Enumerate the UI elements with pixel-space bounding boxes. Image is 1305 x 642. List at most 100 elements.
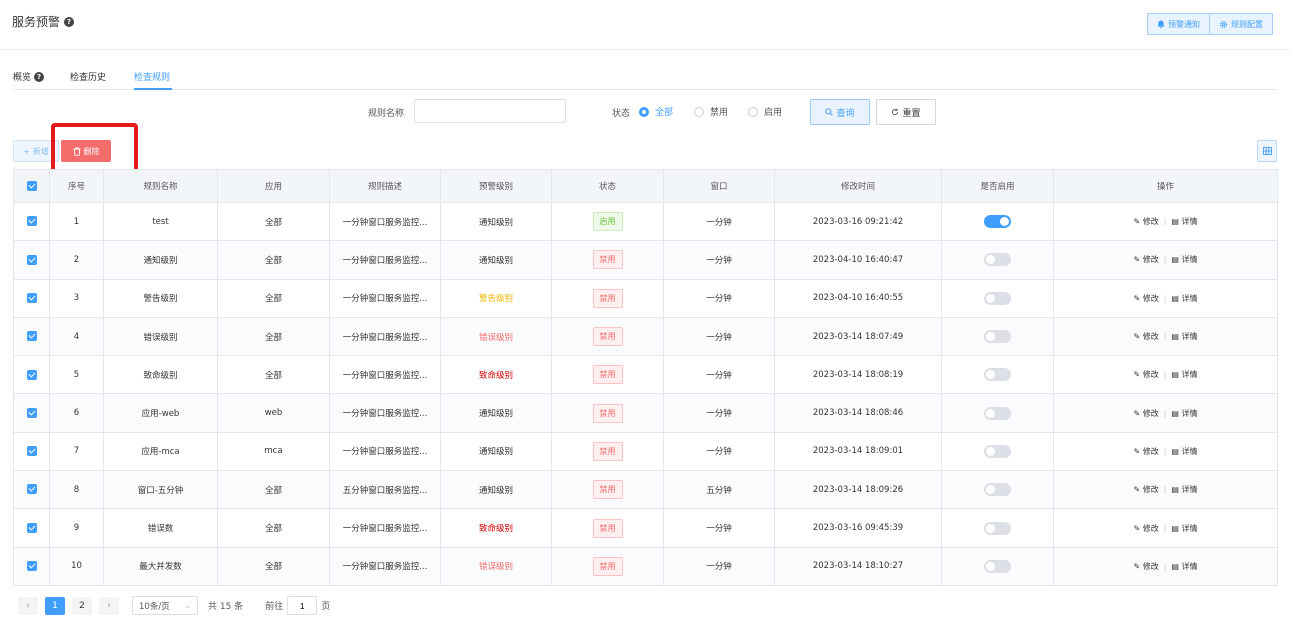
- detail-link[interactable]: ▤ 详情: [1171, 524, 1197, 533]
- cell-window: 一分钟: [663, 546, 775, 586]
- detail-link[interactable]: ▤ 详情: [1171, 332, 1197, 341]
- alert-notify-button[interactable]: 预警通知: [1147, 13, 1210, 35]
- enable-toggle[interactable]: [984, 559, 1011, 573]
- column-header: 操作: [1053, 169, 1278, 203]
- status-radio-enabled[interactable]: 启用: [748, 105, 782, 118]
- cell-app: 全部: [217, 355, 330, 395]
- cell-window: 一分钟: [663, 431, 775, 472]
- row-checkbox[interactable]: [13, 546, 50, 586]
- tab-check-history[interactable]: 检查历史: [70, 70, 106, 83]
- detail-link[interactable]: ▤ 详情: [1171, 562, 1197, 571]
- edit-link[interactable]: ✎ 修改: [1133, 524, 1158, 533]
- detail-link[interactable]: ▤ 详情: [1171, 447, 1197, 456]
- divider: |: [1163, 561, 1167, 571]
- cell-no: 1: [49, 201, 104, 242]
- cell-rule-name: 最大并发数: [103, 546, 218, 586]
- row-checkbox[interactable]: [13, 470, 50, 510]
- enable-toggle[interactable]: [984, 406, 1011, 420]
- column-settings-button[interactable]: [1257, 140, 1277, 162]
- status-badge: 禁用: [592, 518, 623, 538]
- rule-config-button[interactable]: 规则配置: [1210, 13, 1273, 35]
- row-checkbox[interactable]: [13, 508, 50, 548]
- table-row: 4 错误级别 全部 一分钟窗口服务监控... 错误级别 禁用 一分钟 2023-03-14 1…: [13, 316, 1278, 357]
- row-checkbox[interactable]: [13, 278, 50, 318]
- row-checkbox[interactable]: [13, 240, 50, 280]
- edit-link[interactable]: ✎ 修改: [1133, 447, 1158, 456]
- enable-toggle[interactable]: [984, 444, 1011, 458]
- cell-no: 9: [49, 508, 104, 548]
- enable-toggle[interactable]: [984, 483, 1011, 497]
- edit-icon: ✎: [1133, 332, 1143, 342]
- page-size-select[interactable]: 10条/页 ⌄: [132, 596, 198, 615]
- tab-check-rules[interactable]: 检查规则: [134, 70, 170, 83]
- row-checkbox[interactable]: [13, 201, 50, 242]
- cell-status: 禁用: [551, 393, 664, 433]
- cell-enabled: [941, 240, 1054, 280]
- goto-page-input[interactable]: [287, 596, 318, 615]
- next-page-button[interactable]: ›: [99, 596, 119, 615]
- chevron-down-icon: ⌄: [183, 600, 191, 611]
- help-icon[interactable]: ?: [64, 16, 75, 27]
- status-badge: 禁用: [592, 288, 623, 308]
- delete-button[interactable]: 删除: [61, 140, 111, 162]
- detail-link[interactable]: ▤ 详情: [1171, 255, 1197, 264]
- edit-link[interactable]: ✎ 修改: [1133, 409, 1158, 418]
- edit-link[interactable]: ✎ 修改: [1133, 255, 1158, 264]
- edit-link[interactable]: ✎ 修改: [1133, 217, 1158, 226]
- reset-button[interactable]: 重置: [876, 99, 936, 125]
- enable-toggle[interactable]: [984, 330, 1011, 344]
- edit-link[interactable]: ✎ 修改: [1133, 562, 1158, 571]
- detail-link[interactable]: ▤ 详情: [1171, 409, 1197, 418]
- divider: |: [1163, 485, 1167, 495]
- cell-rule-name: 窗口-五分钟: [103, 470, 218, 510]
- detail-link[interactable]: ▤ 详情: [1171, 217, 1197, 226]
- edit-link[interactable]: ✎ 修改: [1133, 485, 1158, 494]
- cell-rule-name: 应用-mca: [103, 431, 218, 472]
- detail-link[interactable]: ▤ 详情: [1171, 485, 1197, 494]
- plus-icon: +: [23, 146, 30, 156]
- column-header: 序号: [49, 169, 104, 203]
- prev-page-button[interactable]: ‹: [18, 596, 38, 615]
- tab-overview[interactable]: 概览 ?: [13, 70, 45, 83]
- edit-link[interactable]: ✎ 修改: [1133, 370, 1158, 379]
- row-checkbox[interactable]: [13, 316, 50, 357]
- add-button[interactable]: + 新增: [13, 140, 59, 162]
- page-1-button[interactable]: 1: [45, 596, 65, 615]
- cell-actions: ✎ 修改 | ▤ 详情: [1053, 393, 1278, 433]
- document-icon: ▤: [1171, 217, 1182, 227]
- enable-toggle[interactable]: [984, 291, 1011, 305]
- enable-toggle[interactable]: [984, 521, 1011, 535]
- edit-link[interactable]: ✎ 修改: [1133, 332, 1158, 341]
- status-badge: 禁用: [592, 480, 623, 500]
- rule-name-input[interactable]: [414, 99, 566, 123]
- checkbox-checked-icon: [26, 369, 37, 380]
- cell-enabled: [941, 201, 1054, 242]
- checkbox-checked-icon: [26, 216, 37, 227]
- page-2-button[interactable]: 2: [72, 596, 92, 615]
- cell-status: 禁用: [551, 355, 664, 395]
- goto-prefix: 前往: [265, 602, 284, 612]
- cell-modified-time: 2023-04-10 16:40:55: [774, 278, 942, 318]
- enable-toggle[interactable]: [984, 215, 1011, 229]
- cell-no: 10: [49, 546, 104, 586]
- table-row: 5 致命级别 全部 一分钟窗口服务监控... 致命级别 禁用 一分钟 2023-03-14 1…: [13, 355, 1278, 395]
- cell-modified-time: 2023-03-14 18:08:46: [774, 393, 942, 433]
- query-button[interactable]: 查询: [810, 99, 870, 125]
- edit-link[interactable]: ✎ 修改: [1133, 294, 1158, 303]
- status-radio-all[interactable]: 全部: [639, 105, 673, 118]
- row-checkbox[interactable]: [13, 355, 50, 395]
- row-checkbox[interactable]: [13, 431, 50, 472]
- detail-link[interactable]: ▤ 详情: [1171, 370, 1197, 379]
- detail-link[interactable]: ▤ 详情: [1171, 294, 1197, 303]
- chevron-right-icon: ›: [107, 600, 111, 611]
- row-checkbox[interactable]: [13, 393, 50, 433]
- cell-actions: ✎ 修改 | ▤ 详情: [1053, 546, 1278, 586]
- status-radio-disabled[interactable]: 禁用: [694, 105, 728, 118]
- select-all-checkbox[interactable]: [13, 169, 50, 203]
- cell-actions: ✎ 修改 | ▤ 详情: [1053, 240, 1278, 280]
- cell-status: 启用: [551, 201, 664, 242]
- enable-toggle[interactable]: [984, 368, 1011, 382]
- page-title: 服务预警 ?: [12, 13, 75, 30]
- cell-modified-time: 2023-03-14 18:09:01: [774, 431, 942, 472]
- enable-toggle[interactable]: [984, 253, 1011, 267]
